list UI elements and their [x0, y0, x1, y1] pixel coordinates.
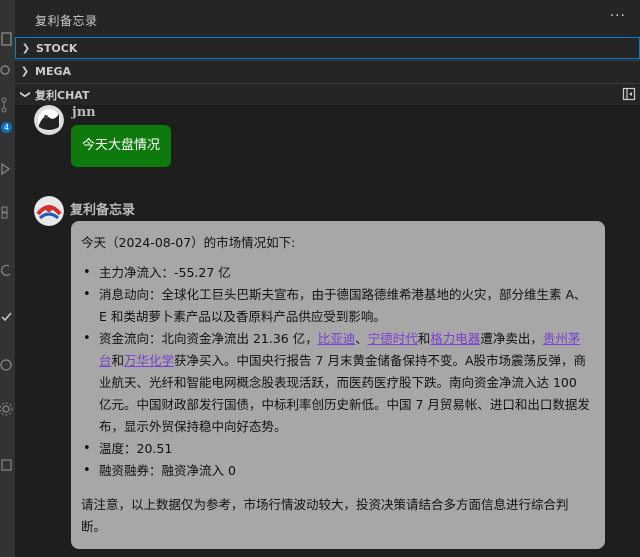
run-debug-icon[interactable] [0, 160, 15, 178]
section-mega-label: MEGA [35, 65, 72, 78]
chevron-down-icon: ❯ [19, 90, 31, 99]
capital-flow-mid: 遭净卖出， [480, 331, 543, 346]
section-mega[interactable]: ❯ MEGA [15, 60, 640, 82]
bot-message: 今天（2024-08-07）的市场情况如下: 主力净流入：-55.27 亿 消息… [71, 221, 605, 549]
sidebar: 复利备忘录 ··· ❯ STOCK ❯ MEGA ❯ 复利CHAT jnn 今天… [15, 0, 640, 557]
notification-badge: 4 [1, 122, 12, 133]
bot-disclaimer: 请注意，以上数据仅为参考，市场行情波动较大，投资决策请结合多方面信息进行综合判断… [81, 497, 569, 534]
separator: 、 [355, 331, 368, 346]
refresh-icon[interactable] [0, 262, 15, 280]
stock-link-wanhua[interactable]: 万华化学 [124, 353, 174, 368]
search-icon[interactable] [0, 62, 15, 80]
separator: 和 [417, 331, 431, 346]
settings-icon[interactable] [0, 400, 15, 418]
layout-icon[interactable] [0, 456, 15, 474]
source-control-icon[interactable] [0, 96, 15, 114]
list-item: 温度：20.51 [81, 438, 591, 460]
stock-link-catl[interactable]: 宁德时代 [368, 331, 418, 346]
chat-area: jnn 今天大盘情况 复利备忘录 今天（2024-08-07）的市场情况如下: … [15, 105, 640, 557]
section-chat[interactable]: ❯ 复利CHAT [15, 83, 640, 105]
extensions-icon[interactable] [0, 202, 15, 220]
account-icon[interactable] [0, 356, 15, 374]
chevron-right-icon: ❯ [20, 66, 30, 77]
open-panel-icon[interactable] [622, 87, 636, 101]
market-list: 主力净流入：-55.27 亿 消息动向：全球化工巨头巴斯夫宣布，由于德国路德维希… [81, 262, 591, 482]
more-actions-button[interactable]: ··· [610, 8, 626, 24]
user-avatar [34, 105, 64, 135]
sidebar-title: 复利备忘录 [35, 14, 98, 28]
stock-link-byd[interactable]: 比亚迪 [318, 331, 356, 346]
user-name: jnn [72, 105, 96, 120]
section-stock-label: STOCK [36, 41, 78, 55]
bot-intro: 今天（2024-08-07）的市场情况如下: [81, 235, 296, 250]
list-item: 主力净流入：-55.27 亿 [81, 262, 591, 284]
bot-avatar [34, 196, 64, 226]
activity-bar: 4 [0, 0, 15, 557]
stock-link-gree[interactable]: 格力电器 [430, 331, 480, 346]
separator: 和 [111, 353, 125, 368]
list-item-capital-flow: 资金流向：北向资金净流出 21.36 亿，比亚迪、宁德时代和格力电器遭净卖出，贵… [81, 328, 591, 438]
check-icon[interactable] [0, 308, 15, 326]
capital-flow-prefix: 资金流向：北向资金净流出 21.36 亿， [99, 331, 318, 346]
chevron-right-icon: ❯ [21, 42, 31, 54]
list-item: 消息动向：全球化工巨头巴斯夫宣布，由于德国路德维希港基地的火灾，部分维生素 A、… [81, 284, 591, 328]
section-chat-label: 复利CHAT [35, 88, 90, 102]
bot-name: 复利备忘录 [70, 203, 136, 218]
list-item: 融资融券：融资净流入 0 [81, 460, 591, 482]
user-message: 今天大盘情况 [71, 125, 172, 167]
files-icon[interactable] [0, 30, 15, 48]
section-stock[interactable]: ❯ STOCK [15, 37, 640, 59]
